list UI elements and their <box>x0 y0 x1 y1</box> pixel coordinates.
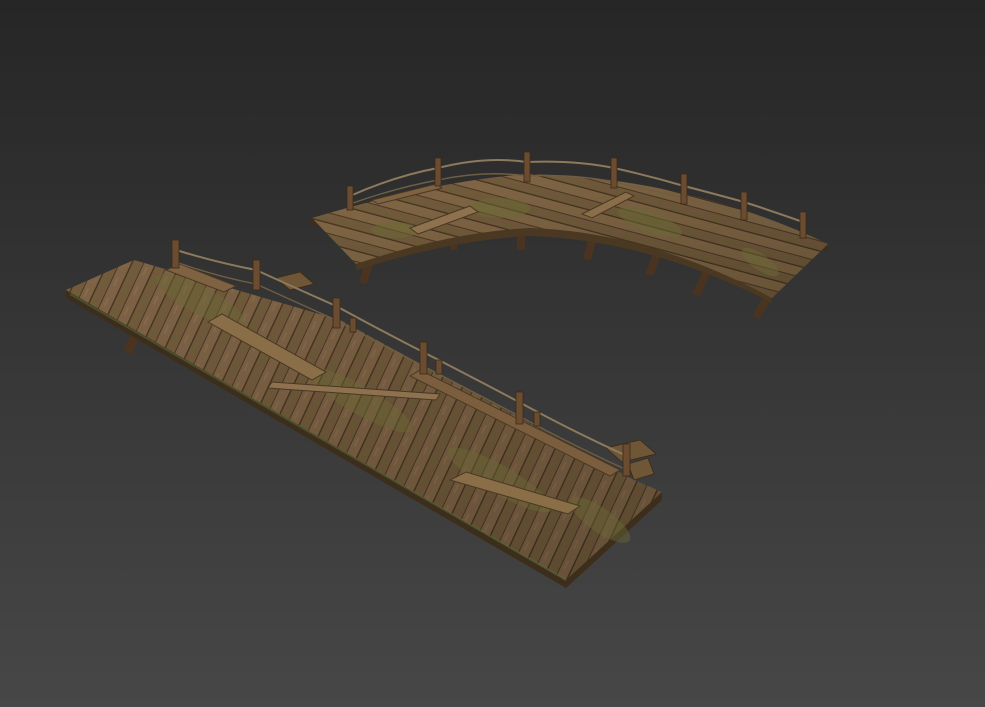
viewport-background <box>0 0 985 707</box>
viewport-render <box>0 0 985 707</box>
3d-viewport[interactable] <box>0 0 985 707</box>
